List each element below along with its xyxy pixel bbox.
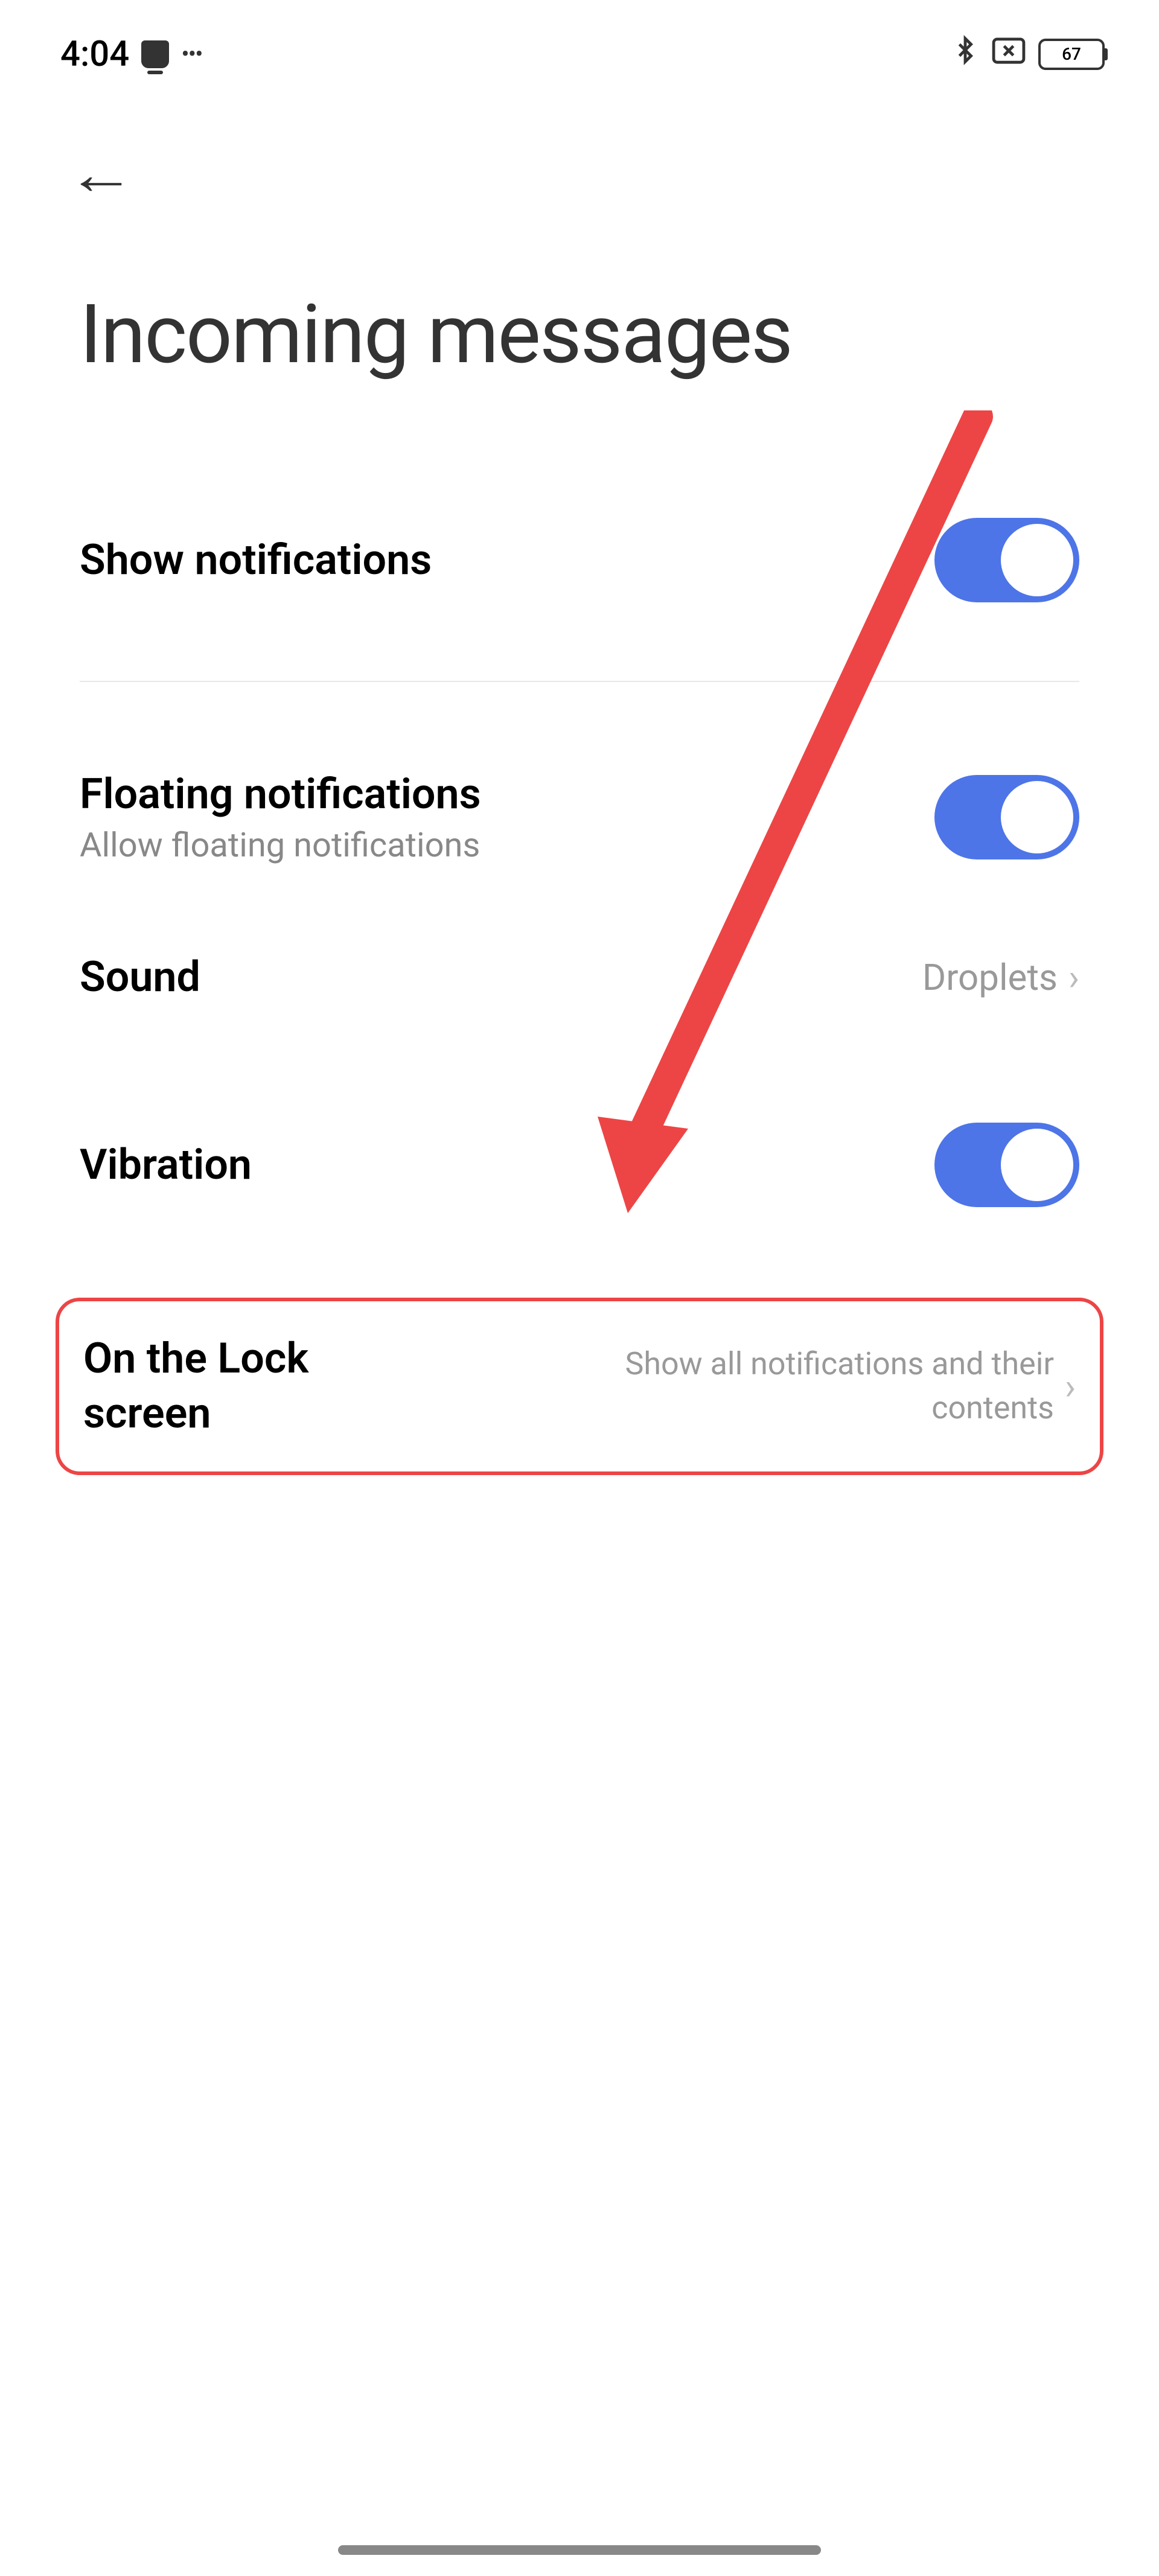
vibration-toggle[interactable]: [934, 1123, 1079, 1207]
show-notifications-label: Show notifications: [80, 535, 432, 585]
setting-label-container: On the Lockscreen: [83, 1331, 308, 1441]
more-dots-icon: •••: [181, 42, 202, 66]
vibration-label: Vibration: [80, 1140, 252, 1190]
chevron-right-icon: ›: [1068, 956, 1079, 999]
floating-notifications-subtitle: Allow floating notifications: [80, 825, 481, 865]
lock-screen-row[interactable]: On the Lockscreen Show all notifications…: [56, 1298, 1103, 1475]
show-notifications-toggle[interactable]: [934, 518, 1079, 602]
floating-notifications-label: Floating notifications: [80, 770, 481, 819]
floating-notifications-toggle[interactable]: [934, 775, 1079, 859]
sound-value-container: Droplets ›: [922, 956, 1079, 999]
sound-value: Droplets: [922, 956, 1058, 999]
setting-label-container: Show notifications: [80, 535, 432, 585]
sound-label: Sound: [80, 952, 200, 1002]
vibration-row[interactable]: Vibration: [80, 1062, 1079, 1267]
status-time: 4:04: [60, 34, 129, 75]
back-button[interactable]: ←: [0, 75, 1159, 208]
navigation-bar-handle[interactable]: [338, 2545, 821, 2555]
bluetooth-icon: [951, 33, 979, 75]
sound-row[interactable]: Sound Droplets ›: [80, 892, 1079, 1062]
status-right: 67: [951, 33, 1105, 75]
battery-level: 67: [1042, 44, 1100, 64]
status-bar: 4:04 ••• 67: [0, 0, 1159, 75]
silent-icon: [141, 40, 169, 68]
lock-screen-label: On the Lockscreen: [83, 1331, 308, 1441]
battery-icon: 67: [1038, 39, 1105, 70]
floating-notifications-row[interactable]: Floating notifications Allow floating no…: [80, 742, 1079, 892]
show-notifications-row[interactable]: Show notifications: [80, 491, 1079, 682]
setting-label-container: Floating notifications Allow floating no…: [80, 770, 481, 865]
rotation-lock-icon: [991, 37, 1026, 72]
back-arrow-icon: ←: [67, 141, 136, 208]
settings-list: Show notifications Floating notification…: [0, 382, 1159, 1475]
status-left: 4:04 •••: [60, 34, 202, 75]
page-title: Incoming messages: [0, 208, 1159, 382]
lock-screen-value-container: Show all notifications and their content…: [583, 1342, 1076, 1430]
chevron-right-icon: ›: [1065, 1365, 1076, 1408]
lock-screen-value: Show all notifications and their content…: [583, 1342, 1054, 1430]
